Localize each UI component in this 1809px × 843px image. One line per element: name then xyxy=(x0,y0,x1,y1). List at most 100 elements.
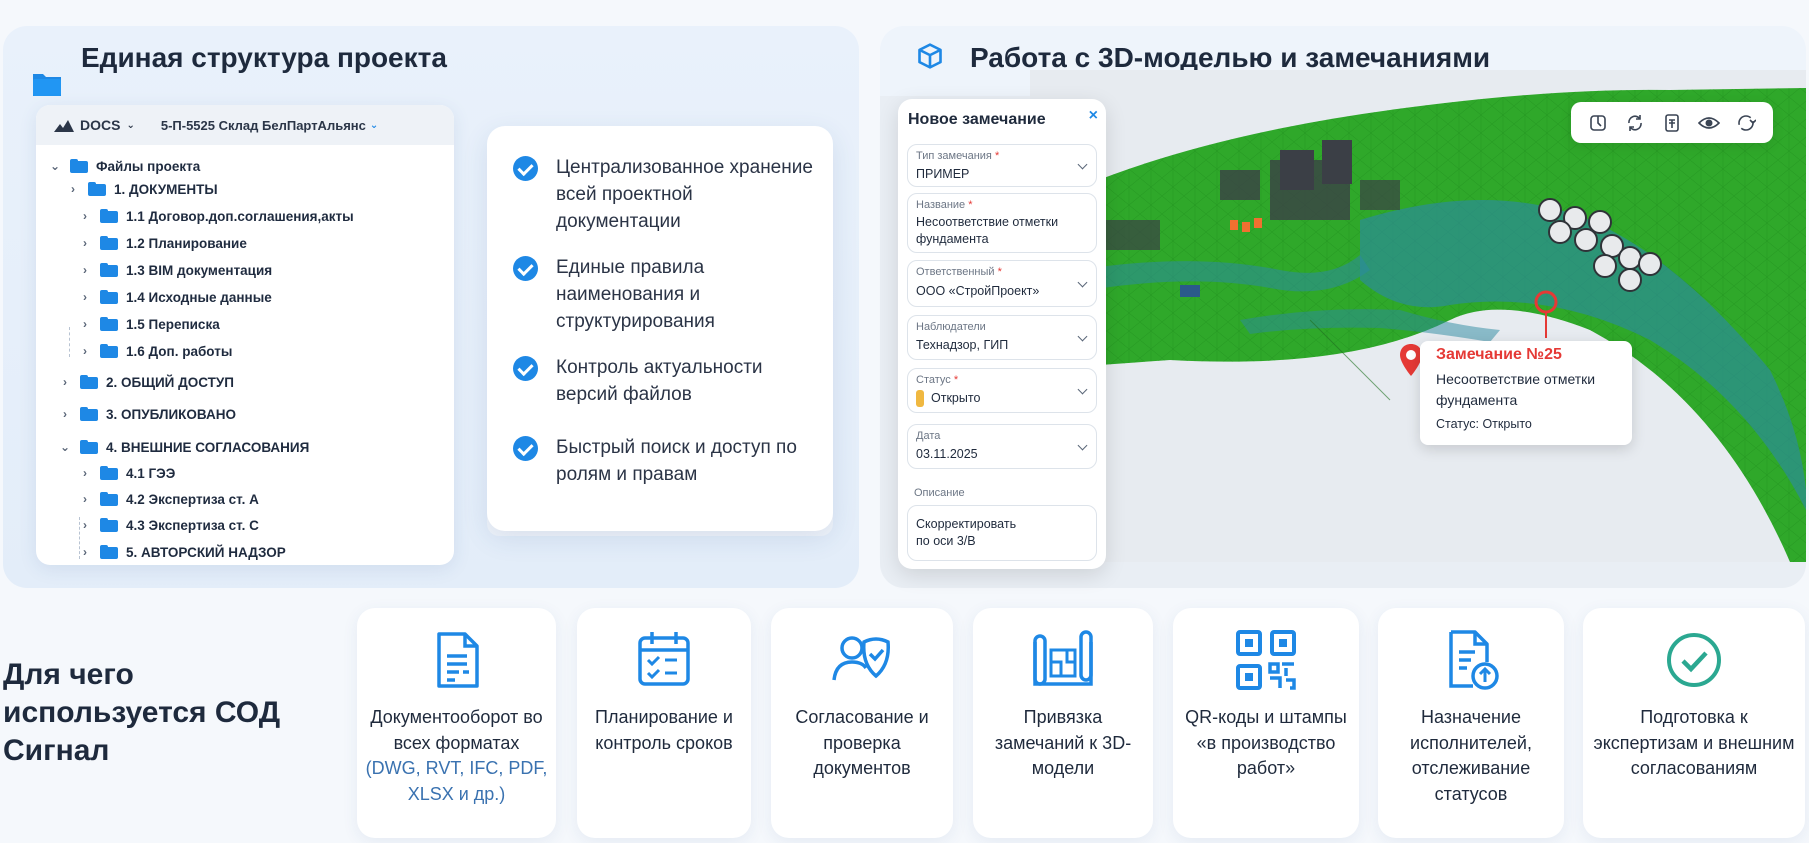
tree-item-label: 1.1 Договор.доп.соглашения,акты xyxy=(126,208,354,224)
folder-icon xyxy=(80,375,98,389)
responsible-select[interactable]: Ответственный * ООО «СтройПроект» xyxy=(907,260,1097,307)
chevron-right-icon[interactable]: › xyxy=(78,518,92,532)
rotate-icon[interactable] xyxy=(1624,112,1646,134)
feature-item: Быстрый поиск и доступ по ролям и правам xyxy=(513,434,813,488)
tree-item[interactable]: › 5. АВТОРСКИЙ НАДЗОР xyxy=(78,541,286,563)
description-input[interactable]: Скорректировать по оси 3/В xyxy=(907,505,1097,561)
chevron-right-icon[interactable]: › xyxy=(78,317,92,331)
feature-tile-3d-binding: Привязка замечаний к 3D-модели xyxy=(973,608,1153,838)
field-value: ПРИМЕР xyxy=(916,167,970,181)
folder-icon xyxy=(88,182,106,196)
tree-item-label: 2. ОБЩИЙ ДОСТУП xyxy=(106,374,235,390)
tree-item[interactable]: ⌄ 4. ВНЕШНИЕ СОГЛАСОВАНИЯ xyxy=(58,436,309,458)
3d-model-viewport[interactable] xyxy=(1030,70,1806,562)
chevron-down-icon[interactable]: ⌄ xyxy=(48,159,62,173)
issue-callout[interactable]: Замечание №25 Несоответствие отметки фун… xyxy=(1420,341,1632,445)
tree-item[interactable]: › 2. ОБЩИЙ ДОСТУП xyxy=(58,371,234,393)
tile-text: QR-коды и штампы «в производство работ» xyxy=(1185,707,1347,778)
project-structure-panel: Единая структура проекта DOCS ⌄ 5-П-5525… xyxy=(3,26,859,588)
project-name: 5-П-5525 Склад БелПартАльянс xyxy=(160,117,366,133)
blueprint-icon xyxy=(1033,630,1093,686)
date-select[interactable]: Дата 03.11.2025 xyxy=(907,424,1097,469)
description-label: Описание xyxy=(914,487,965,499)
feature-tile-expertise: Подготовка к экспертизам и внешним согла… xyxy=(1583,608,1805,838)
issue-status: Статус: Открыто xyxy=(1436,417,1532,431)
close-icon[interactable]: × xyxy=(1089,107,1098,125)
tile-subtext: (DWG, RVT, IFC, PDF, XLSX и др.) xyxy=(365,758,548,804)
tree-item[interactable]: › 1.3 BIM документация xyxy=(78,259,272,281)
feature-item: Централизованное хранение всей проектной… xyxy=(513,154,813,235)
tree-item[interactable]: › 1.6 Доп. работы xyxy=(78,340,232,362)
tree-item[interactable]: › 4.3 Экспертиза ст. С xyxy=(78,514,259,536)
chevron-right-icon[interactable]: › xyxy=(78,209,92,223)
chevron-right-icon[interactable]: › xyxy=(78,466,92,480)
tree-item[interactable]: › 4.2 Экспертиза ст. А xyxy=(78,488,259,510)
status-select[interactable]: Статус * Открыто xyxy=(907,368,1097,413)
feature-tile-documents: Документооборот во всех форматах (DWG, RV… xyxy=(357,608,556,838)
watchers-select[interactable]: Наблюдатели Технадзор, ГИП xyxy=(907,315,1097,360)
chevron-right-icon[interactable]: › xyxy=(78,263,92,277)
tree-item-label: 1. ДОКУМЕНТЫ xyxy=(114,181,218,197)
field-label: Статус xyxy=(916,374,951,386)
project-selector[interactable]: 5-П-5525 Склад БелПартАльянс ⌄ xyxy=(161,118,378,133)
tree-item[interactable]: ⌄ Файлы проекта xyxy=(48,155,200,177)
tile-text: Привязка замечаний к 3D-модели xyxy=(994,707,1132,778)
approval-icon xyxy=(832,636,890,681)
chevron-down-icon xyxy=(1077,440,1088,451)
issue-name-input[interactable]: Название * Несоответствие отметки фундам… xyxy=(907,193,1097,253)
docs-switcher[interactable]: DOCS ⌄ xyxy=(54,117,135,133)
folder-icon xyxy=(100,263,118,277)
folder-icon xyxy=(100,317,118,331)
folder-icon xyxy=(100,545,118,559)
field-value: Скорректировать по оси 3/В xyxy=(916,517,1017,548)
chevron-down-icon xyxy=(1077,331,1088,342)
tile-text: Назначение исполнителей, отслеживание ст… xyxy=(1410,707,1532,804)
section-icon[interactable] xyxy=(1587,112,1609,134)
tree-item[interactable]: › 1.1 Договор.доп.соглашения,акты xyxy=(78,205,354,227)
eye-icon[interactable] xyxy=(1698,112,1721,134)
chevron-right-icon[interactable]: › xyxy=(78,492,92,506)
status-indicator xyxy=(916,390,924,408)
field-label: Дата xyxy=(916,430,941,442)
tree-guide xyxy=(69,327,70,357)
feature-tile-planning: Планирование и контроль сроков xyxy=(577,608,751,838)
tile-text: Планирование и контроль сроков xyxy=(595,707,733,753)
feature-text: Контроль актуальности версий файлов xyxy=(556,357,763,405)
check-circle-icon xyxy=(513,436,538,461)
field-value: Технадзор, ГИП xyxy=(916,338,1009,352)
chevron-right-icon[interactable]: › xyxy=(66,182,80,196)
tree-item-label: 1.6 Доп. работы xyxy=(126,343,233,359)
tree-item-label: 3. ОПУБЛИКОВАНО xyxy=(106,406,236,422)
chevron-right-icon[interactable]: › xyxy=(78,236,92,250)
document-icon xyxy=(436,632,479,688)
chevron-right-icon[interactable]: › xyxy=(78,344,92,358)
chevron-down-icon: ⌄ xyxy=(126,119,135,131)
chevron-right-icon[interactable]: › xyxy=(78,290,92,304)
tree-item-label: 4. ВНЕШНИЕ СОГЛАСОВАНИЯ xyxy=(106,439,310,455)
issue-type-select[interactable]: Тип замечания * ПРИМЕР xyxy=(907,144,1097,187)
field-label: Ответственный xyxy=(916,266,995,278)
tree-item[interactable]: › 4.1 ГЭЭ xyxy=(78,462,175,484)
tile-text: Подготовка к экспертизам и внешним согла… xyxy=(1593,707,1795,778)
folder-icon xyxy=(80,407,98,421)
feature-item: Единые правила наименования и структурир… xyxy=(513,254,813,335)
chevron-down-icon xyxy=(1077,159,1088,170)
tree-item[interactable]: › 3. ОПУБЛИКОВАНО xyxy=(58,403,236,425)
tree-item-label: 1.3 BIM документация xyxy=(126,262,273,278)
folder-icon xyxy=(33,74,61,96)
chevron-right-icon[interactable]: › xyxy=(58,407,72,421)
tree-item[interactable]: › 1. ДОКУМЕНТЫ xyxy=(66,178,218,200)
field-value: 03.11.2025 xyxy=(916,447,978,461)
chevron-down-icon[interactable]: ⌄ xyxy=(58,440,72,454)
field-value: Несоответствие отметки фундамента xyxy=(916,215,1059,246)
tree-item[interactable]: › 1.4 Исходные данные xyxy=(78,286,272,308)
orbit-icon[interactable] xyxy=(1735,112,1757,134)
tree-item[interactable]: › 1.2 Планирование xyxy=(78,232,247,254)
model-icon[interactable] xyxy=(1661,112,1683,134)
folder-icon xyxy=(100,290,118,304)
feature-tile-assign: Назначение исполнителей, отслеживание ст… xyxy=(1378,608,1564,838)
tree-item[interactable]: › 1.5 Переписка xyxy=(78,313,220,335)
chevron-right-icon[interactable]: › xyxy=(78,545,92,559)
check-circle-icon xyxy=(513,256,538,281)
chevron-right-icon[interactable]: › xyxy=(58,375,72,389)
